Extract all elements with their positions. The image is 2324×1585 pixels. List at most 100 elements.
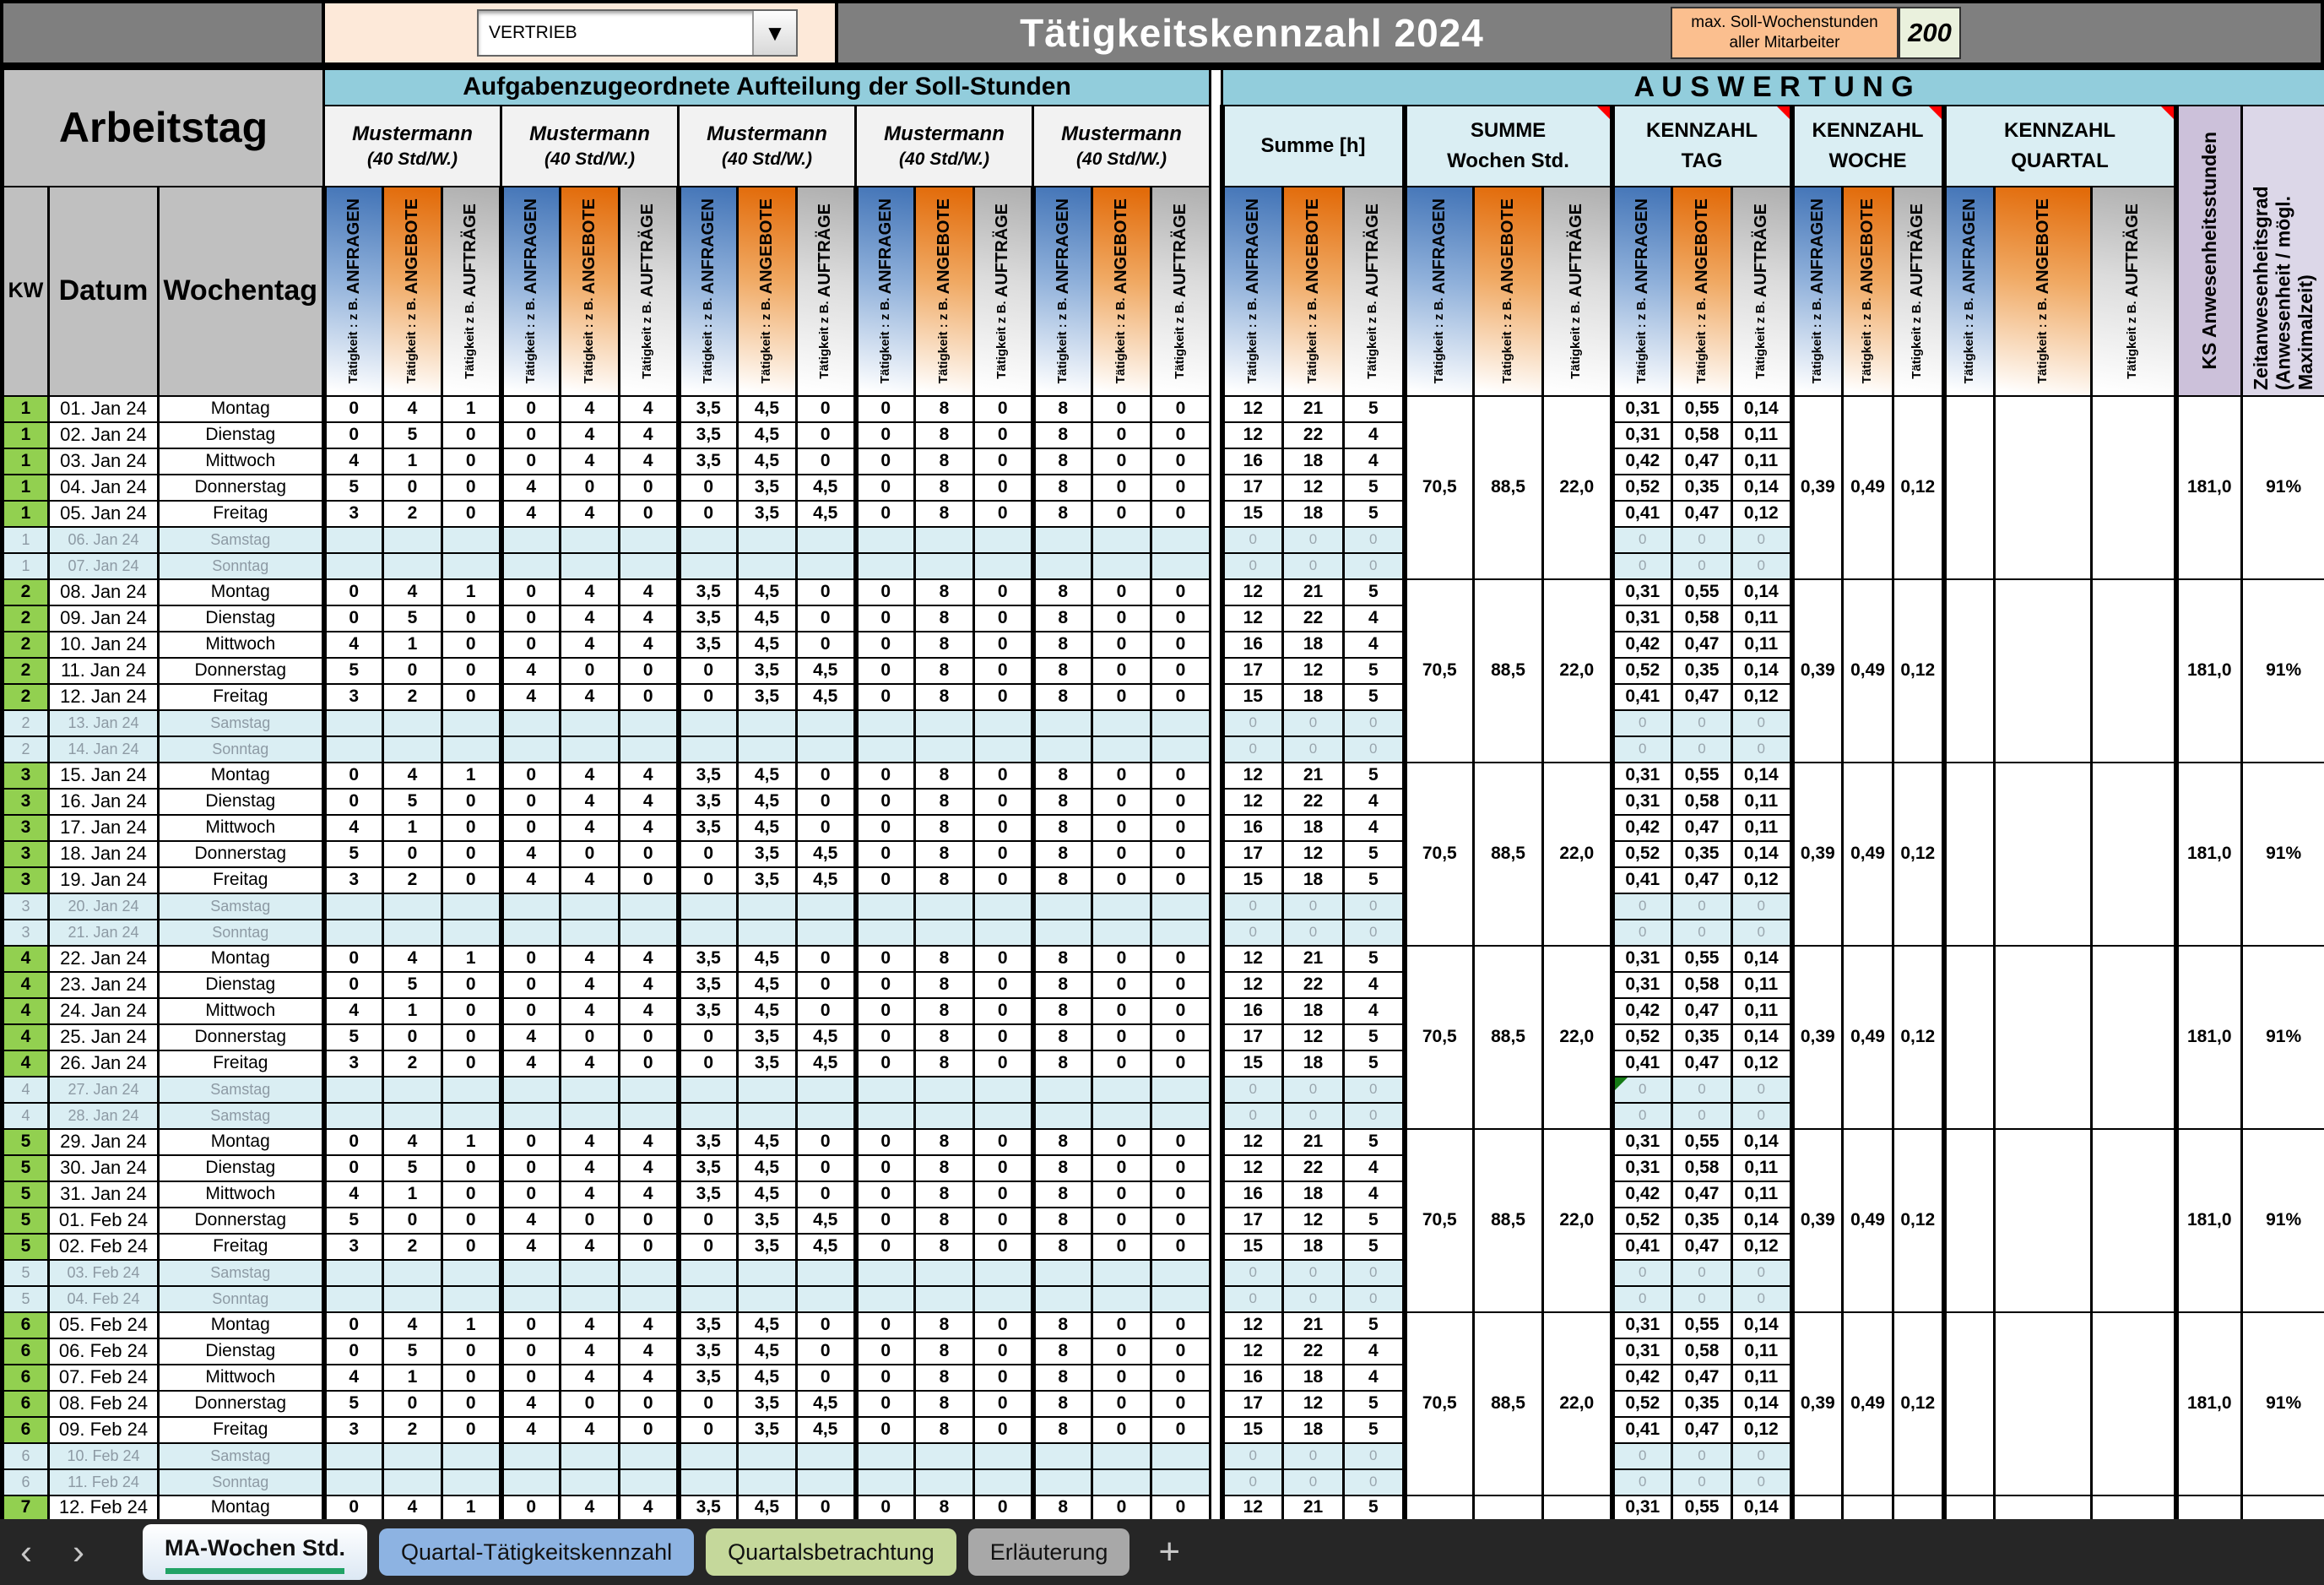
- cell-task[interactable]: 0: [856, 632, 915, 658]
- cell-sum[interactable]: 4: [1344, 1181, 1405, 1208]
- cell-ktag[interactable]: 0: [1672, 893, 1732, 920]
- cell-weekday[interactable]: Sonntag: [159, 920, 324, 946]
- cell-task[interactable]: 0: [561, 1024, 620, 1050]
- cell-task[interactable]: 4: [561, 1312, 620, 1338]
- cell-task[interactable]: 4,5: [738, 789, 797, 815]
- cell-kquartal[interactable]: [1944, 1312, 1995, 1495]
- cell-task[interactable]: 0: [797, 632, 856, 658]
- cell-sum[interactable]: 4: [1344, 632, 1405, 658]
- cell-wochenstd[interactable]: 88,5: [1474, 579, 1543, 763]
- cell-task[interactable]: 0: [1151, 815, 1211, 841]
- cell-task[interactable]: [501, 1103, 561, 1129]
- cell-task[interactable]: 0: [1092, 422, 1151, 448]
- cell-task[interactable]: [620, 1260, 679, 1286]
- cell-task[interactable]: 0: [1151, 1338, 1211, 1365]
- cell-task[interactable]: [324, 893, 383, 920]
- cell-ktag[interactable]: 0: [1612, 1077, 1672, 1103]
- department-dropdown[interactable]: VERTRIEB ▼: [477, 9, 798, 57]
- cell-task[interactable]: 8: [915, 579, 974, 605]
- cell-kw[interactable]: 2: [3, 632, 49, 658]
- cell-task[interactable]: [561, 920, 620, 946]
- cell-task[interactable]: 0: [1092, 396, 1151, 422]
- cell-task[interactable]: 0: [1092, 684, 1151, 710]
- cell-task[interactable]: 4: [383, 1495, 442, 1522]
- cell-kquartal[interactable]: [1995, 1312, 2092, 1495]
- cell-sum[interactable]: 17: [1222, 1391, 1283, 1417]
- cell-task[interactable]: [324, 527, 383, 553]
- cell-date[interactable]: 26. Jan 24: [49, 1050, 159, 1077]
- cell-task[interactable]: [1092, 1077, 1151, 1103]
- cell-task[interactable]: 0: [679, 1208, 738, 1234]
- employee-header[interactable]: Mustermann(40 Std/W.): [1033, 106, 1211, 187]
- cell-task[interactable]: 0: [797, 972, 856, 998]
- cell-task[interactable]: 4,5: [738, 972, 797, 998]
- cell-weekday[interactable]: Montag: [159, 1129, 324, 1155]
- cell-ktag[interactable]: 0,52: [1612, 475, 1672, 501]
- cell-ktag[interactable]: 0,14: [1732, 763, 1792, 789]
- cell-kwoche[interactable]: 0,39: [1792, 763, 1843, 946]
- cell-weekday[interactable]: Montag: [159, 946, 324, 972]
- cell-sum[interactable]: 0: [1222, 1077, 1283, 1103]
- cell-task[interactable]: 4: [501, 841, 561, 867]
- cell-task[interactable]: 4,5: [738, 1312, 797, 1338]
- cell-task[interactable]: 0: [620, 684, 679, 710]
- cell-ktag[interactable]: 0,55: [1672, 579, 1732, 605]
- employee-header[interactable]: Mustermann(40 Std/W.): [679, 106, 856, 187]
- cell-task[interactable]: 3,5: [738, 841, 797, 867]
- cell-ks[interactable]: 181,0: [2176, 763, 2242, 946]
- cell-ktag[interactable]: 0,14: [1732, 1129, 1792, 1155]
- cell-task[interactable]: 4: [620, 1181, 679, 1208]
- cell-task[interactable]: 0: [974, 448, 1033, 475]
- cell-task[interactable]: [1092, 1103, 1151, 1129]
- cell-task[interactable]: 0: [501, 448, 561, 475]
- cell-wochenstd[interactable]: 88,5: [1474, 396, 1543, 579]
- cell-ktag[interactable]: 0,31: [1612, 1338, 1672, 1365]
- cell-task[interactable]: [1151, 1103, 1211, 1129]
- cell-task[interactable]: [915, 1286, 974, 1312]
- cell-task[interactable]: 3,5: [679, 1155, 738, 1181]
- cell-task[interactable]: [679, 1469, 738, 1495]
- cell-task[interactable]: [1033, 736, 1092, 763]
- cell-task[interactable]: 3,5: [738, 867, 797, 893]
- cell-task[interactable]: 8: [915, 1312, 974, 1338]
- cell-task[interactable]: 8: [915, 841, 974, 867]
- cell-task[interactable]: [856, 1469, 915, 1495]
- cell-task[interactable]: 3,5: [679, 1181, 738, 1208]
- cell-ks[interactable]: [2176, 1495, 2242, 1522]
- cell-ktag[interactable]: 0,52: [1612, 1208, 1672, 1234]
- cell-date[interactable]: 04. Feb 24: [49, 1286, 159, 1312]
- cell-ktag[interactable]: 0,52: [1612, 658, 1672, 684]
- cell-task[interactable]: [383, 1103, 442, 1129]
- cell-task[interactable]: 1: [442, 1495, 501, 1522]
- cell-task[interactable]: 4,5: [797, 1417, 856, 1443]
- cell-task[interactable]: 0: [1151, 632, 1211, 658]
- cell-sum[interactable]: 12: [1222, 763, 1283, 789]
- cell-task[interactable]: 4: [561, 684, 620, 710]
- cell-sum[interactable]: 18: [1283, 1050, 1344, 1077]
- cell-task[interactable]: [1033, 1469, 1092, 1495]
- cell-task[interactable]: 0: [561, 658, 620, 684]
- cell-task[interactable]: 8: [1033, 632, 1092, 658]
- cell-task[interactable]: 4: [561, 1129, 620, 1155]
- cell-sum[interactable]: 21: [1283, 396, 1344, 422]
- cell-task[interactable]: 0: [856, 998, 915, 1024]
- cell-sum[interactable]: 16: [1222, 448, 1283, 475]
- cell-task[interactable]: 4,5: [797, 658, 856, 684]
- cell-task[interactable]: 0: [442, 998, 501, 1024]
- cell-task[interactable]: [797, 736, 856, 763]
- cell-task[interactable]: [1033, 553, 1092, 579]
- cell-task[interactable]: [856, 1443, 915, 1469]
- cell-task[interactable]: [1092, 1469, 1151, 1495]
- cell-kquartal[interactable]: [2092, 763, 2176, 946]
- cell-ktag[interactable]: 0: [1732, 920, 1792, 946]
- cell-task[interactable]: [561, 1260, 620, 1286]
- cell-ktag[interactable]: 0,55: [1672, 396, 1732, 422]
- cell-sum[interactable]: 0: [1344, 1103, 1405, 1129]
- cell-task[interactable]: 4: [620, 972, 679, 998]
- cell-task[interactable]: [620, 1469, 679, 1495]
- cell-task[interactable]: [856, 1260, 915, 1286]
- cell-weekday[interactable]: Montag: [159, 579, 324, 605]
- kennzahl-quartal-header[interactable]: KENNZAHLQUARTAL: [1944, 106, 2176, 187]
- cell-task[interactable]: [442, 1260, 501, 1286]
- cell-kw[interactable]: 1: [3, 553, 49, 579]
